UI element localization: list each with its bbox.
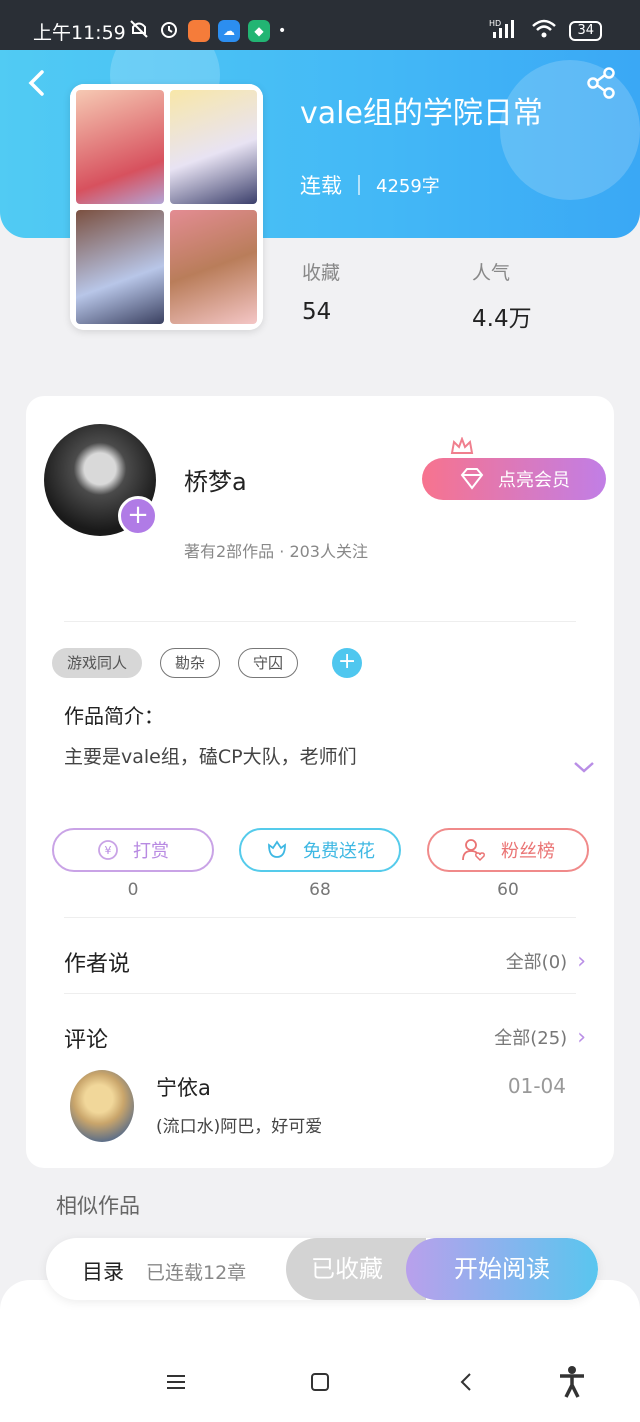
author-name[interactable]: 桥梦a bbox=[184, 462, 247, 497]
comments-more[interactable]: 全部(25) › bbox=[494, 1024, 586, 1050]
status-icons: ☁ ◆ • bbox=[128, 18, 286, 44]
chevron-right-icon: › bbox=[577, 948, 586, 974]
crown-icon bbox=[450, 436, 474, 460]
accessibility-icon[interactable] bbox=[554, 1360, 590, 1404]
expand-intro-button[interactable] bbox=[572, 756, 596, 781]
tag-item[interactable]: 游戏同人 bbox=[52, 648, 143, 678]
favorited-button[interactable]: 已收藏 bbox=[286, 1238, 426, 1300]
cover-panel bbox=[169, 90, 257, 204]
serial-status: 已连载12章 bbox=[146, 1262, 247, 1284]
home-icon[interactable] bbox=[304, 1360, 336, 1404]
toc-button[interactable]: 目录 bbox=[82, 1256, 124, 1286]
system-nav-bar bbox=[0, 1360, 640, 1404]
status-bar: 上午11:59 ☁ ◆ • HD 34 bbox=[0, 0, 640, 50]
stat-popularity: 人气 4.4万 bbox=[472, 258, 532, 333]
cover-panel bbox=[76, 90, 164, 204]
fan-ranking-label: 粉丝榜 bbox=[501, 841, 555, 862]
stat-value: 4.4万 bbox=[472, 306, 532, 332]
cover-image bbox=[70, 84, 263, 330]
chevron-left-icon bbox=[28, 70, 44, 96]
tag-item[interactable]: 勘杂 bbox=[160, 648, 221, 678]
vip-button-label: 点亮会员 bbox=[498, 470, 570, 491]
chevron-right-icon: › bbox=[577, 1024, 586, 1050]
diamond-icon bbox=[460, 468, 484, 490]
meta-divider bbox=[358, 175, 360, 195]
wifi-icon bbox=[531, 18, 557, 44]
dot-icon: • bbox=[278, 23, 287, 39]
chevron-down-icon bbox=[574, 762, 594, 773]
share-button[interactable] bbox=[584, 66, 618, 100]
tip-button[interactable]: ¥ 打赏 bbox=[52, 828, 214, 872]
stat-value: 54 bbox=[302, 299, 332, 325]
vip-button[interactable]: 点亮会员 bbox=[422, 458, 606, 500]
intro-title: 作品简介： bbox=[64, 704, 164, 728]
word-count: 4259字 bbox=[376, 176, 440, 197]
section-divider bbox=[64, 917, 576, 918]
flower-icon bbox=[268, 840, 286, 858]
author-says-more-label: 全部(0) bbox=[505, 952, 568, 973]
follow-author-button[interactable]: + bbox=[118, 496, 158, 536]
book-meta: 连载 4259字 bbox=[300, 170, 440, 200]
stat-label: 人气 bbox=[472, 262, 511, 284]
fan-ranking-button[interactable]: 粉丝榜 bbox=[427, 828, 589, 872]
tip-count: 0 bbox=[127, 880, 139, 900]
commenter-name[interactable]: 宁依a bbox=[156, 1072, 211, 1102]
book-detail-card: + 桥梦a 著有2部作品 · 203人关注 点亮会员 游戏同人 勘杂 守囚 + … bbox=[26, 396, 614, 1168]
status-time: 上午11:59 bbox=[33, 22, 126, 44]
add-tag-button[interactable]: + bbox=[332, 648, 363, 678]
cloud-icon: ☁ bbox=[218, 20, 240, 42]
share-icon bbox=[587, 67, 615, 99]
svg-text:HD: HD bbox=[489, 19, 501, 28]
app-notification-icon bbox=[188, 20, 210, 42]
send-flower-label: 免费送花 bbox=[303, 841, 375, 862]
comment-date: 01-04 bbox=[507, 1074, 566, 1098]
commenter-avatar[interactable] bbox=[70, 1070, 134, 1142]
author-summary: 著有2部作品 · 203人关注 bbox=[184, 542, 368, 561]
stat-label: 收藏 bbox=[302, 262, 341, 284]
author-says-title: 作者说 bbox=[64, 952, 131, 977]
author-says-more[interactable]: 全部(0) › bbox=[506, 948, 586, 974]
similar-works-title: 相似作品 bbox=[56, 1194, 140, 1218]
comments-more-label: 全部(25) bbox=[494, 1028, 568, 1049]
mute-icon bbox=[128, 18, 150, 44]
tag-list: 游戏同人 勘杂 守囚 + bbox=[52, 648, 363, 678]
flower-count: 68 bbox=[309, 880, 331, 900]
book-title: vale组的学院日常 bbox=[300, 96, 543, 131]
comment-text: (流口水)阿巴，好可爱 bbox=[156, 1117, 323, 1137]
start-reading-button[interactable]: 开始阅读 bbox=[406, 1238, 598, 1300]
battery-indicator: 34 bbox=[569, 21, 602, 41]
stat-favorites: 收藏 54 bbox=[302, 258, 340, 325]
shield-icon: ◆ bbox=[248, 20, 270, 42]
alarm-icon bbox=[158, 18, 180, 44]
section-divider bbox=[64, 993, 576, 994]
intro-text: 主要是vale组，磕CP大队，老师们 bbox=[64, 746, 357, 768]
section-divider bbox=[64, 621, 576, 622]
status-right: HD 34 bbox=[489, 18, 602, 44]
send-flower-button[interactable]: 免费送花 bbox=[239, 828, 401, 872]
comments-title: 评论 bbox=[64, 1028, 109, 1053]
menu-icon[interactable] bbox=[160, 1360, 192, 1404]
tip-label: 打赏 bbox=[133, 841, 169, 862]
user-heart-icon bbox=[462, 839, 485, 862]
tag-item[interactable]: 守囚 bbox=[238, 648, 299, 678]
cover-panel bbox=[76, 210, 164, 324]
cover-panel bbox=[169, 210, 257, 324]
signal-icon: HD bbox=[489, 18, 519, 44]
bottom-action-bar: 目录 已连载12章 已收藏 开始阅读 bbox=[46, 1238, 598, 1300]
back-button[interactable] bbox=[22, 66, 56, 100]
yuan-coin-icon: ¥ bbox=[98, 840, 118, 860]
nav-back-icon[interactable] bbox=[450, 1360, 482, 1404]
fan-count: 60 bbox=[497, 880, 519, 900]
book-cover[interactable] bbox=[70, 84, 263, 330]
svg-text:¥: ¥ bbox=[105, 844, 112, 857]
book-status: 连载 bbox=[300, 174, 342, 198]
